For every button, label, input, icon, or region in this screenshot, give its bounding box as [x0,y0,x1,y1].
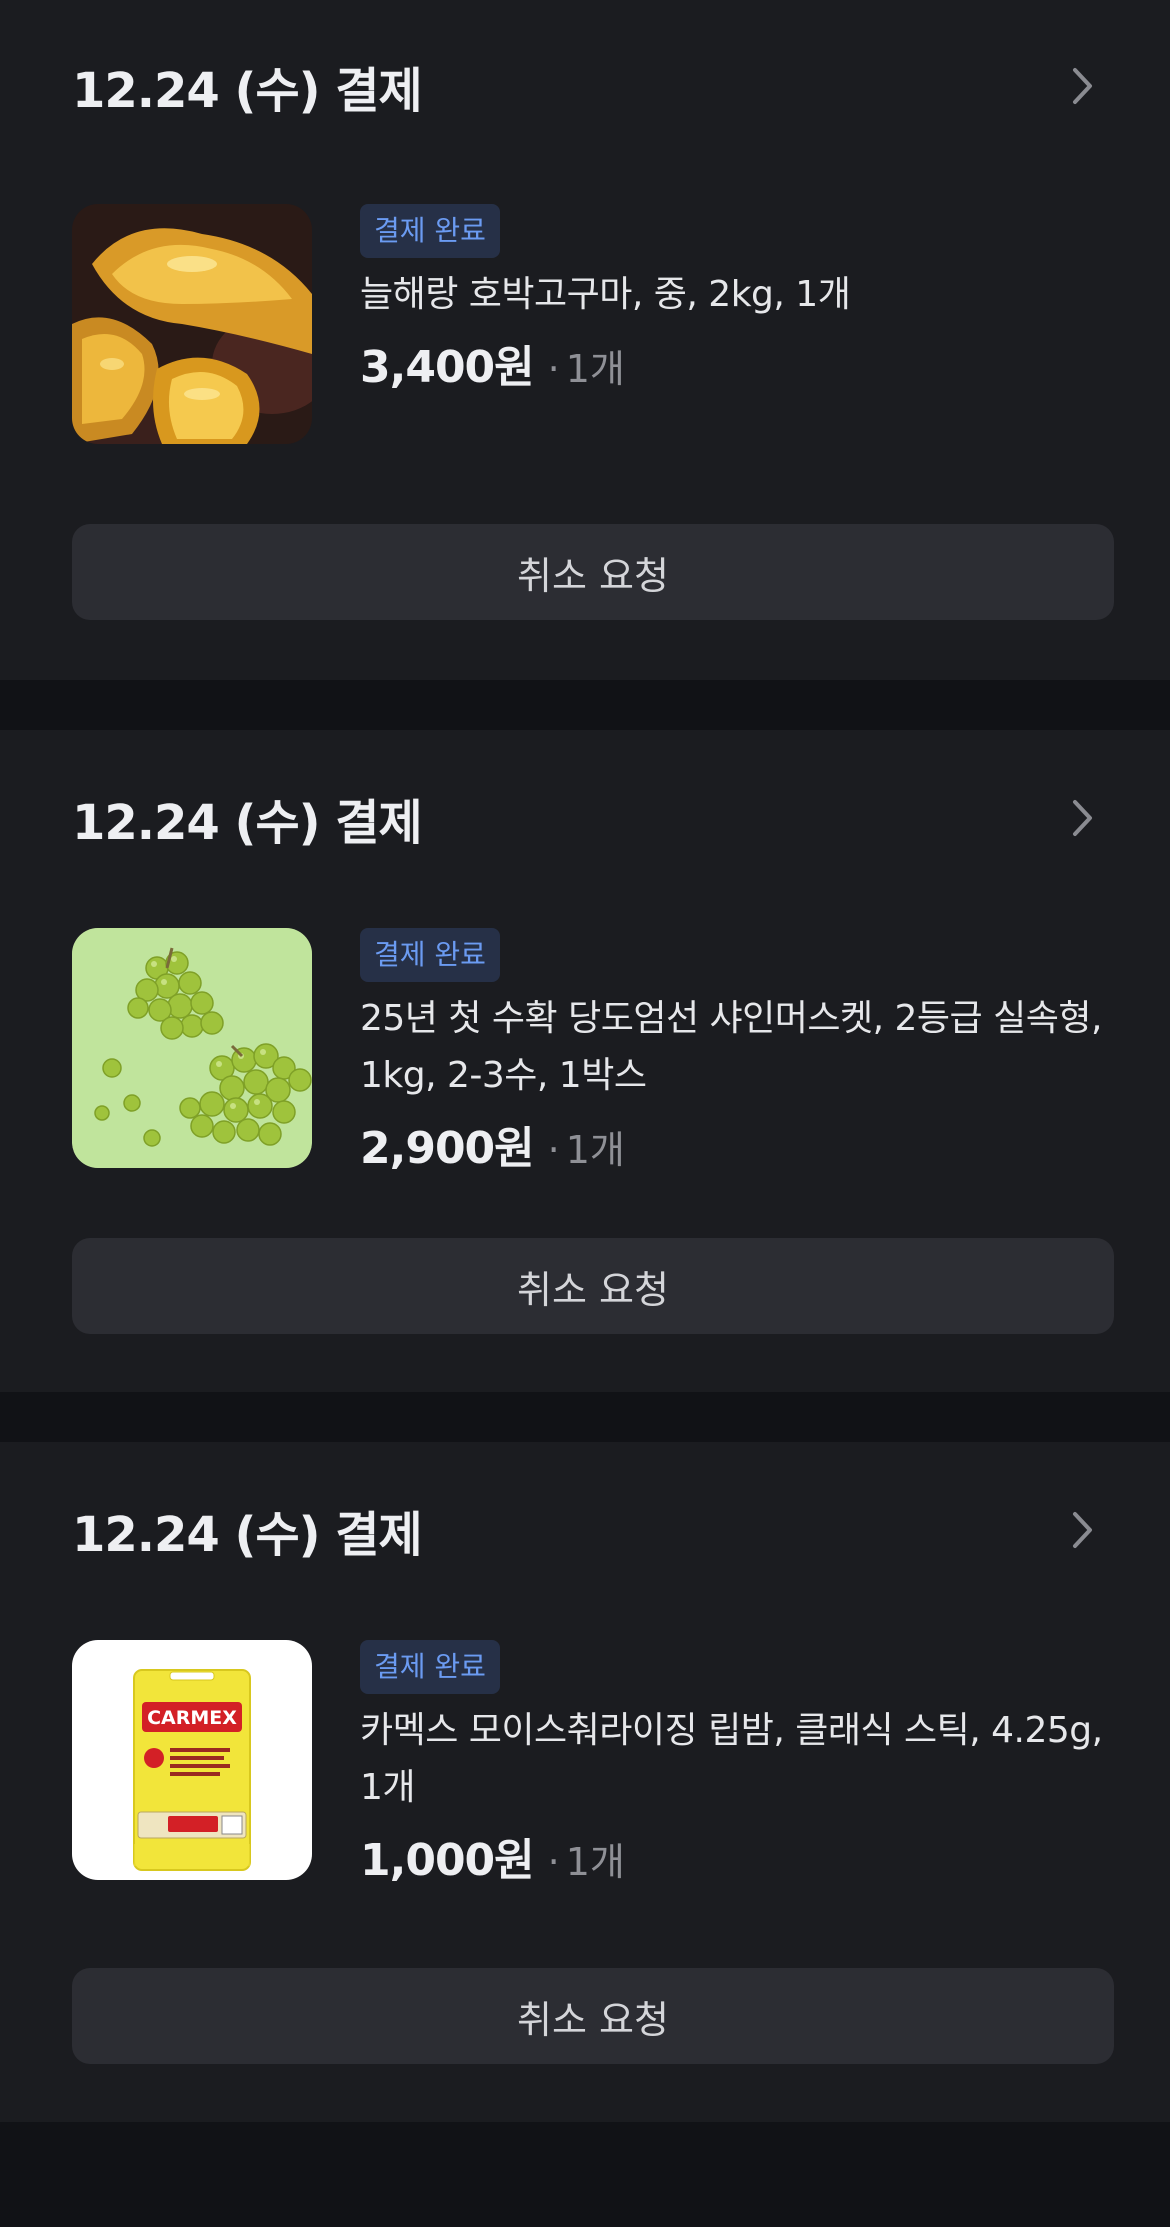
sweet-potato-image[interactable] [72,204,312,444]
shine-muscat-image[interactable] [72,928,312,1168]
product-row[interactable]: CARMEX 결제 완료 카멕스 모이스춰라이징 립밤, 클래식 스틱, 4.2… [72,1640,1114,1888]
price-line: 2,900원 · 1개 [360,1112,1114,1176]
quantity-value: 1개 [565,1128,625,1172]
cancel-request-button[interactable]: 취소 요청 [72,1968,1114,2064]
chevron-right-icon[interactable] [1068,1510,1098,1550]
status-badge: 결제 완료 [360,928,500,982]
carmex-lip-balm-image[interactable]: CARMEX [72,1640,312,1880]
quantity: · 1개 [547,1840,625,1884]
order-date: 12.24 (수) 결제 [72,1507,423,1563]
price-line: 3,400원 · 1개 [360,331,1114,395]
quantity-value: 1개 [565,1840,625,1884]
product-row[interactable]: 결제 완료 25년 첫 수확 당도엄선 샤인머스켓, 2등급 실속형, 1kg,… [72,928,1114,1176]
chevron-right-icon[interactable] [1068,66,1098,106]
product-info: 결제 완료 카멕스 모이스춰라이징 립밤, 클래식 스틱, 4.25g, 1개 … [360,1640,1114,1888]
status-badge: 결제 완료 [360,1640,500,1694]
order-header[interactable]: 12.24 (수) 결제 [72,778,1098,858]
order-card: 12.24 (수) 결제 [0,0,1170,680]
product-info: 결제 완료 늘해랑 호박고구마, 중, 2kg, 1개 3,400원 · 1개 [360,204,1114,444]
cancel-request-button[interactable]: 취소 요청 [72,524,1114,620]
chevron-right-icon[interactable] [1068,798,1098,838]
order-card: 12.24 (수) 결제 CARMEX 결제 완료 카멕스 모이스춰라이징 립밤… [0,1442,1170,2122]
quantity: · 1개 [547,1128,625,1172]
product-row[interactable]: 결제 완료 늘해랑 호박고구마, 중, 2kg, 1개 3,400원 · 1개 [72,204,1114,444]
order-date: 12.24 (수) 결제 [72,795,423,851]
product-name: 25년 첫 수확 당도엄선 샤인머스켓, 2등급 실속형, 1kg, 2-3수,… [360,998,1102,1096]
status-badge: 결제 완료 [360,204,500,258]
order-header[interactable]: 12.24 (수) 결제 [72,1490,1098,1570]
order-header[interactable]: 12.24 (수) 결제 [72,46,1098,126]
product-info: 결제 완료 25년 첫 수확 당도엄선 샤인머스켓, 2등급 실속형, 1kg,… [360,928,1114,1176]
cancel-request-button[interactable]: 취소 요청 [72,1238,1114,1334]
price: 3,400원 [360,342,535,393]
order-card: 12.24 (수) 결제 [0,730,1170,1392]
order-date: 12.24 (수) 결제 [72,63,423,119]
quantity: · 1개 [547,347,625,391]
order-list: 12.24 (수) 결제 결제 완료 늘해랑 호박고구마, 중, 2kg, 1개… [0,0,1170,2122]
price: 2,900원 [360,1123,535,1174]
quantity-value: 1개 [565,347,625,391]
price: 1,000원 [360,1835,535,1886]
product-name: 늘해랑 호박고구마, 중, 2kg, 1개 [360,274,851,315]
price-line: 1,000원 · 1개 [360,1824,1114,1888]
product-name: 카멕스 모이스춰라이징 립밤, 클래식 스틱, 4.25g, 1개 [360,1710,1103,1808]
carmex-logo-text: CARMEX [147,1707,237,1729]
